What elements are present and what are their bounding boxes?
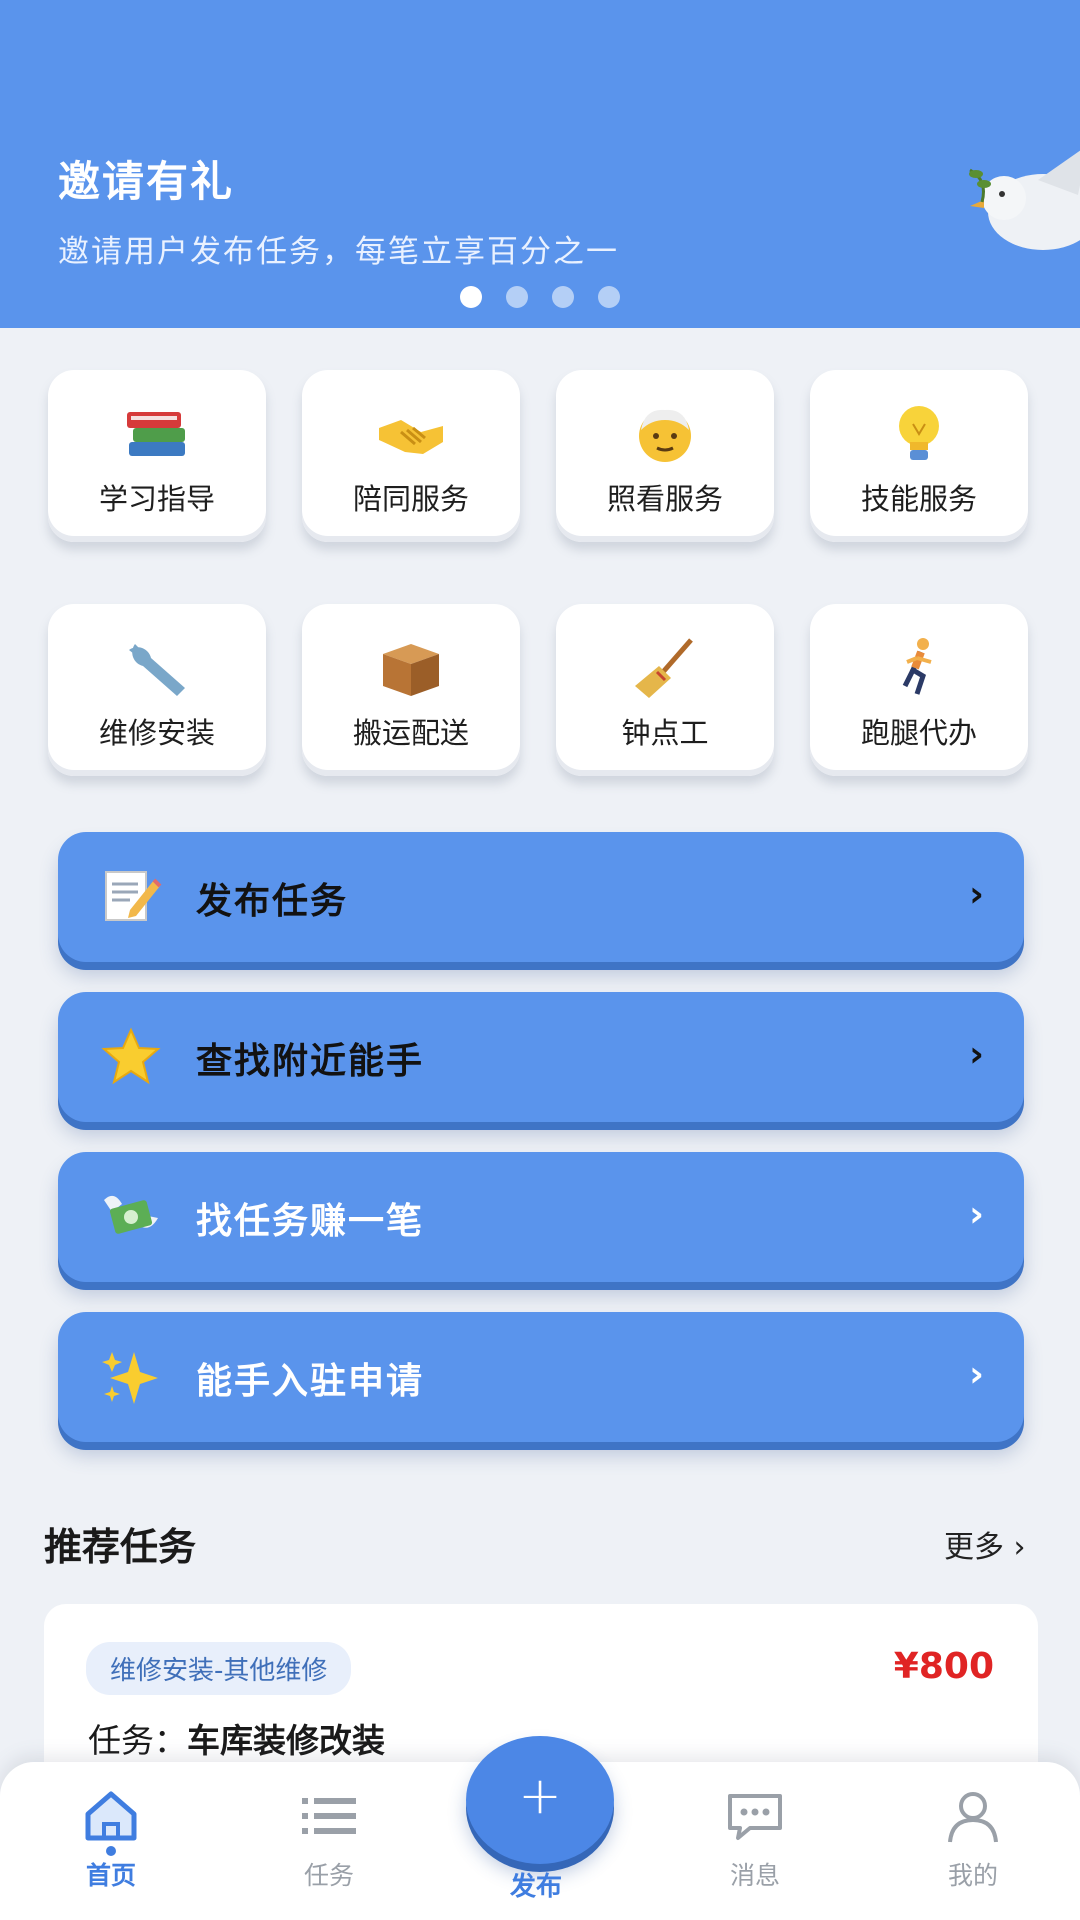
handshake-icon (379, 420, 443, 454)
more-link[interactable]: 更多 › (944, 1522, 1026, 1566)
category-label: 搬运配送 (352, 716, 469, 750)
package-icon (383, 644, 439, 696)
category-label: 技能服务 (860, 482, 977, 516)
action-label: 能手入驻申请 (196, 1361, 425, 1402)
category-skill[interactable]: 技能服务 (810, 370, 1028, 542)
carousel-dot[interactable] (598, 286, 620, 308)
category-delivery[interactable]: 搬运配送 (302, 604, 520, 776)
chevron-right-icon: › (969, 1354, 984, 1395)
list-icon (302, 1798, 356, 1834)
chevron-right-icon: › (969, 1034, 984, 1075)
category-errand[interactable]: 跑腿代办 (810, 604, 1028, 776)
memo-icon (105, 871, 162, 921)
sparkles-icon (102, 1352, 158, 1404)
category-label: 陪同服务 (352, 482, 469, 516)
find-task-earn-button[interactable]: 找任务赚一笔 › (58, 1152, 1024, 1282)
category-hourly-worker[interactable]: 钟点工 (556, 604, 774, 776)
category-companion[interactable]: 陪同服务 (302, 370, 520, 542)
carousel-dot[interactable] (506, 286, 528, 308)
star-icon (101, 1027, 161, 1085)
dove-icon (969, 150, 1080, 250)
task-name: 车库装修改装 (187, 1721, 385, 1760)
wrench-icon (129, 644, 185, 696)
carousel-dot[interactable] (552, 286, 574, 308)
action-label: 查找附近能手 (196, 1041, 425, 1082)
category-label: 钟点工 (621, 716, 709, 750)
action-list: 发布任务 › 查找附近能手 › 找任务赚一笔 › 能手入驻申请 › (58, 832, 1024, 1472)
user-icon (948, 1792, 998, 1843)
nav-home[interactable]: 首页 (46, 1788, 176, 1892)
task-price: ¥800 (893, 1646, 994, 1687)
category-label: 跑腿代办 (860, 716, 977, 750)
category-label: 维修安装 (98, 716, 215, 750)
books-icon (127, 412, 185, 456)
runner-icon (902, 638, 932, 695)
task-title: 任务：车库装修改装 (88, 1714, 385, 1762)
category-label: 学习指导 (98, 482, 215, 516)
action-label: 发布任务 (196, 881, 349, 922)
carousel-indicators (460, 286, 620, 308)
nav-tasks[interactable]: 任务 (264, 1788, 394, 1892)
carousel-dot[interactable] (460, 286, 482, 308)
chevron-right-icon: › (969, 1194, 984, 1235)
nav-profile[interactable]: 我的 (908, 1788, 1038, 1892)
category-label: 照看服务 (606, 482, 723, 516)
plus-icon: + (518, 1766, 562, 1826)
flying-money-icon (104, 1195, 158, 1234)
home-icon (85, 1791, 137, 1841)
invite-banner[interactable]: 邀请有礼 邀请用户发布任务，每笔立享百分之一 (0, 0, 1080, 328)
nav-label: 我的 (947, 1861, 998, 1890)
nav-label: 消息 (729, 1861, 780, 1890)
broom-icon (635, 638, 693, 698)
banner-subtitle: 邀请用户发布任务，每笔立享百分之一 (58, 234, 619, 270)
chevron-right-icon: › (969, 874, 984, 915)
elder-face-icon (639, 409, 691, 462)
nav-publish-label: 发布 (510, 1872, 563, 1902)
task-prefix: 任务： (88, 1721, 187, 1760)
action-label: 找任务赚一笔 (196, 1201, 425, 1242)
category-tag: 维修安装-其他维修 (86, 1642, 352, 1695)
expert-join-button[interactable]: 能手入驻申请 › (58, 1312, 1024, 1442)
category-care[interactable]: 照看服务 (556, 370, 774, 542)
nav-messages[interactable]: 消息 (690, 1788, 820, 1892)
lightbulb-icon (899, 406, 939, 460)
service-category-grid: 学习指导 陪同服务 照看服务 技能服务 维修安装 搬运配送 钟点工 跑腿代办 (48, 370, 1034, 776)
nav-label: 任务 (303, 1861, 354, 1890)
category-repair[interactable]: 维修安装 (48, 604, 266, 776)
publish-task-button[interactable]: 发布任务 › (58, 832, 1024, 962)
nav-label: 首页 (85, 1861, 136, 1890)
banner-title: 邀请有礼 (58, 157, 235, 206)
find-nearby-expert-button[interactable]: 查找附近能手 › (58, 992, 1024, 1122)
active-indicator (106, 1846, 116, 1856)
section-title: 推荐任务 (44, 1525, 197, 1569)
chat-bubble-icon (728, 1794, 782, 1840)
category-study-guide[interactable]: 学习指导 (48, 370, 266, 542)
publish-fab-button[interactable]: + (466, 1736, 614, 1864)
